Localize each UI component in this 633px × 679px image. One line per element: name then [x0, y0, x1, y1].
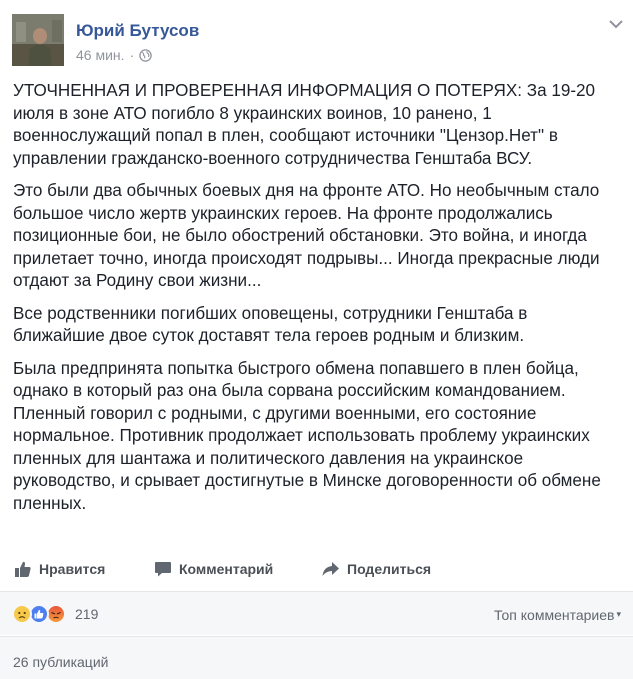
reaction-summary[interactable]: 219: [12, 604, 98, 624]
facebook-post: Юрий Бутусов 46 мин. · УТОЧНЕННАЯ И ПРОВ…: [0, 0, 633, 679]
meta-separator: ·: [129, 47, 135, 63]
post-paragraph: Это были два обычных боевых дня на фронт…: [13, 181, 600, 290]
shares-bar: 26 публикаций: [0, 636, 633, 679]
post-paragraph: Все родственники погибших оповещены, сот…: [13, 303, 528, 346]
post-timestamp[interactable]: 46 мин.: [76, 47, 125, 63]
comment-sort-label: Топ комментариев: [494, 607, 615, 623]
globe-icon[interactable]: [139, 48, 152, 62]
angry-reaction-icon: [46, 604, 66, 624]
like-label: Нравится: [39, 561, 106, 577]
author-name[interactable]: Юрий Бутусов: [76, 21, 199, 41]
chevron-down-icon: ▾: [616, 609, 621, 619]
post-paragraph: Была предпринята попытка быстрого обмена…: [13, 358, 601, 513]
like-reaction-icon: [29, 604, 49, 624]
post-meta: 46 мин. ·: [76, 47, 152, 63]
like-button[interactable]: Нравится: [14, 560, 105, 578]
share-button[interactable]: Поделиться: [321, 560, 431, 578]
share-arrow-icon: [322, 562, 339, 576]
post-actions: Нравится Комментарий Поделиться: [0, 552, 633, 590]
post-header: Юрий Бутусов 46 мин. ·: [12, 14, 623, 66]
shares-count-link[interactable]: 26 публикаций: [13, 654, 108, 670]
thumbs-up-icon: [15, 561, 31, 577]
comment-label: Комментарий: [179, 561, 274, 577]
sad-reaction-icon: [12, 604, 32, 624]
share-label: Поделиться: [347, 561, 432, 577]
reactions-bar: 219 Топ комментариев ▾: [0, 591, 633, 635]
comment-button[interactable]: Комментарий: [154, 560, 273, 578]
comment-icon: [155, 562, 171, 577]
author-avatar[interactable]: [12, 14, 64, 66]
post-body: УТОЧНЕННАЯ И ПРОВЕРЕННАЯ ИНФОРМАЦИЯ О ПО…: [13, 80, 621, 525]
post-options-chevron-icon[interactable]: [608, 18, 624, 30]
comment-sort-dropdown[interactable]: Топ комментариев ▾: [494, 607, 621, 623]
reaction-count: 219: [75, 606, 99, 622]
post-paragraph: УТОЧНЕННАЯ И ПРОВЕРЕННАЯ ИНФОРМАЦИЯ О ПО…: [13, 81, 596, 168]
